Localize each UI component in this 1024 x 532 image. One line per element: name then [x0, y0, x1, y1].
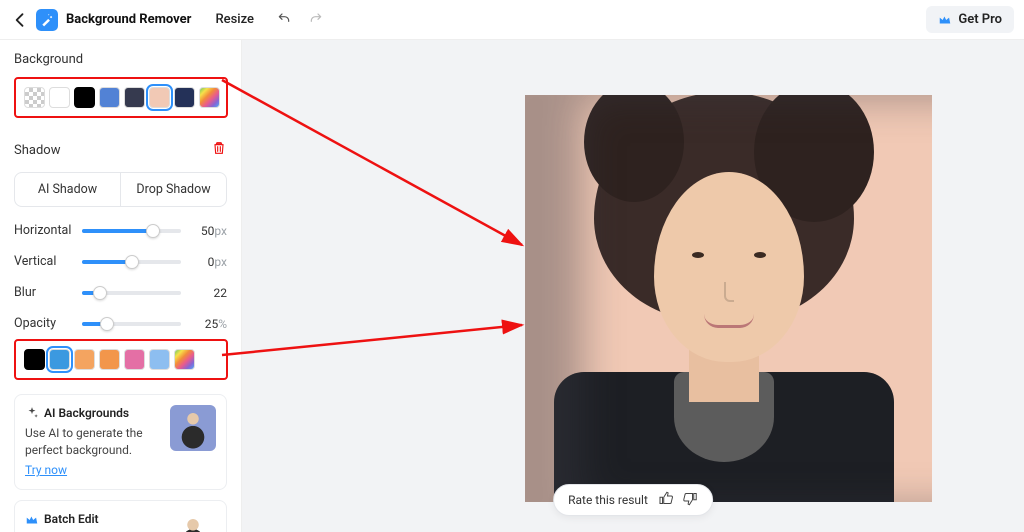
swatch-orange[interactable]: [99, 349, 120, 370]
slider-track[interactable]: [82, 260, 181, 264]
crown-icon: [938, 13, 952, 27]
swatch-black[interactable]: [74, 87, 95, 108]
history-controls: [276, 10, 324, 30]
swatch-navy[interactable]: [174, 87, 195, 108]
swatch-sky[interactable]: [149, 349, 170, 370]
ai-shadow-tab[interactable]: AI Shadow: [15, 173, 121, 206]
card-thumbnail: [170, 405, 216, 451]
slider-track[interactable]: [82, 322, 181, 326]
shadow-header: Shadow: [14, 140, 227, 160]
background-section-title: Background: [14, 52, 227, 67]
rate-result-pill: Rate this result: [553, 484, 713, 516]
swatch-custom-color[interactable]: [174, 349, 195, 370]
thumbs-down-button[interactable]: [683, 491, 698, 509]
slider-value: 22: [189, 286, 227, 300]
swatch-black[interactable]: [24, 349, 45, 370]
undo-button[interactable]: [276, 10, 292, 30]
resize-button[interactable]: Resize: [215, 12, 254, 27]
slider-label: Blur: [14, 285, 74, 300]
swatch-light-orange[interactable]: [74, 349, 95, 370]
shadow-section-title: Shadow: [14, 143, 60, 158]
slider-value: 0px: [189, 255, 227, 269]
ai-backgrounds-card[interactable]: AI Backgrounds Use AI to generate the pe…: [14, 394, 227, 490]
thumbs-up-icon: [658, 491, 673, 506]
annotation-box-shadow: [14, 339, 228, 380]
get-pro-label: Get Pro: [958, 12, 1002, 27]
annotation-arrow: [222, 70, 542, 274]
thumbs-down-icon: [683, 491, 698, 506]
card-thumbnail: [170, 511, 216, 532]
sparkle-icon: [25, 406, 39, 420]
top-bar: Background Remover Resize Get Pro: [0, 0, 1024, 40]
card-desc: Use AI to generate the perfect backgroun…: [25, 425, 160, 459]
trash-icon: [211, 140, 227, 156]
swatch-white[interactable]: [49, 87, 70, 108]
slider-vertical: Vertical 0px: [14, 254, 227, 269]
crown-icon: [25, 513, 39, 527]
shadow-type-segmented: AI Shadow Drop Shadow: [14, 172, 227, 207]
magic-wand-icon: [40, 13, 54, 27]
slider-label: Vertical: [14, 254, 74, 269]
swatch-blue[interactable]: [49, 349, 70, 370]
subject-portrait: [525, 95, 932, 502]
drop-shadow-tab[interactable]: Drop Shadow: [121, 173, 226, 206]
slider-track[interactable]: [82, 229, 181, 233]
redo-button[interactable]: [308, 10, 324, 30]
annotation-box-bg: [14, 77, 228, 118]
swatch-blue[interactable]: [99, 87, 120, 108]
canvas-area: Rate this result: [242, 40, 1024, 532]
batch-edit-card[interactable]: Batch Edit Remove up to 200: [14, 500, 227, 532]
card-title: Batch Edit: [25, 511, 160, 528]
slider-opacity: Opacity 25%: [14, 316, 227, 331]
result-image[interactable]: [525, 95, 932, 502]
chevron-left-icon: [10, 10, 30, 30]
thumbs-up-button[interactable]: [658, 491, 673, 509]
slider-value: 25%: [189, 317, 227, 331]
background-swatches: [20, 83, 222, 112]
swatch-custom-color[interactable]: [199, 87, 220, 108]
delete-shadow-button[interactable]: [211, 140, 227, 160]
slider-label: Opacity: [14, 316, 74, 331]
get-pro-button[interactable]: Get Pro: [926, 6, 1014, 33]
card-title: AI Backgrounds: [25, 405, 160, 422]
swatch-transparent[interactable]: [24, 87, 45, 108]
slider-value: 50px: [189, 224, 227, 238]
shadow-swatches: [20, 345, 222, 374]
slider-label: Horizontal: [14, 223, 74, 238]
try-now-link[interactable]: Try now: [25, 462, 67, 479]
undo-icon: [276, 10, 292, 26]
slider-horizontal: Horizontal 50px: [14, 223, 227, 238]
app-icon: [36, 9, 58, 31]
swatch-pink[interactable]: [124, 349, 145, 370]
back-button[interactable]: [10, 10, 30, 30]
app-title: Background Remover: [66, 12, 191, 27]
slider-track[interactable]: [82, 291, 181, 295]
swatch-dark-gray[interactable]: [124, 87, 145, 108]
annotation-arrow: [222, 310, 542, 374]
rate-label: Rate this result: [568, 493, 648, 507]
sidebar: Background Shadow AI Shadow Drop Shadow: [0, 40, 242, 532]
swatch-peach[interactable]: [149, 87, 170, 108]
redo-icon: [308, 10, 324, 26]
slider-blur: Blur 22: [14, 285, 227, 300]
